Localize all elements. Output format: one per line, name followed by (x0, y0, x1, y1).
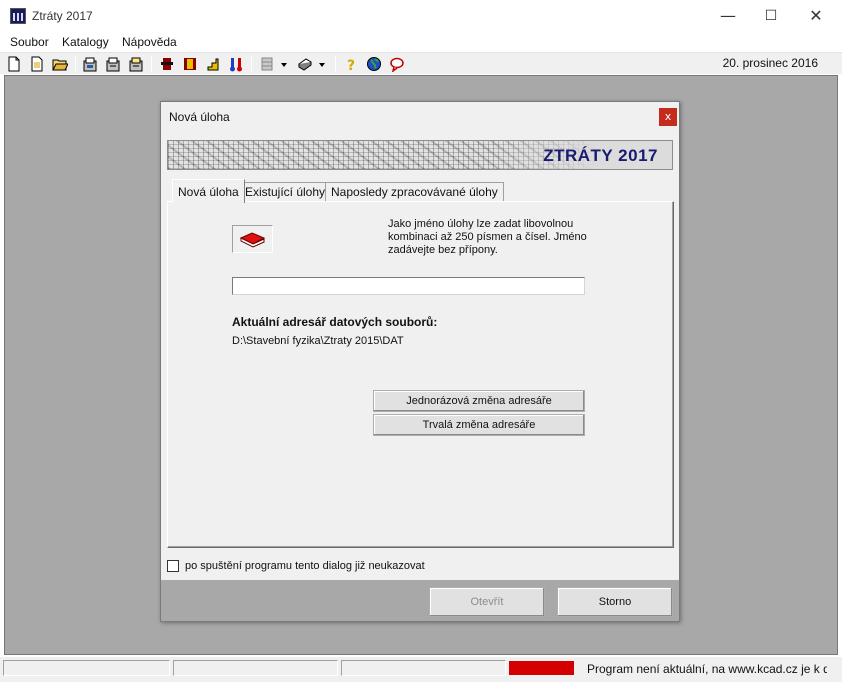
catalog-export-icon[interactable] (128, 56, 144, 72)
book-button[interactable] (232, 225, 273, 253)
menu-napoveda[interactable]: Nápověda (122, 35, 177, 49)
print-icon[interactable] (297, 56, 313, 72)
help-text: Jako jméno úlohy lze zadat libovolnou ko… (388, 218, 587, 256)
banner-title: ZTRÁTY 2017 (543, 146, 658, 165)
new-icon[interactable] (6, 56, 22, 72)
status-panel-2 (173, 660, 338, 676)
svg-text:?: ? (347, 58, 355, 72)
status-panel-1 (3, 660, 170, 676)
dialog-title: Nová úloha (169, 110, 230, 124)
change-dir-permanent-button[interactable]: Trvalá změna adresáře (373, 414, 585, 436)
maximize-button[interactable]: ☐ (758, 4, 784, 28)
dialog-close-button[interactable]: x (659, 108, 677, 126)
window-icon[interactable] (182, 56, 198, 72)
globe-icon[interactable] (366, 56, 382, 72)
tab-recent-tasks[interactable]: Naposledy zpracovávané úlohy (325, 182, 504, 202)
toolbar: ? 20. prosinec 2016 (0, 52, 842, 74)
open-button[interactable]: Otevřít (429, 587, 545, 617)
app-icon (10, 8, 26, 24)
data-dir-path: D:\Stavební fyzika\Ztraty 2015\DAT (232, 335, 404, 347)
window-title: Ztráty 2017 (32, 9, 93, 23)
book-icon (239, 232, 266, 248)
dont-show-label[interactable]: po spuštění programu tento dialog již ne… (185, 560, 425, 572)
open-icon[interactable] (29, 56, 45, 72)
data-dir-heading: Aktuální adresář datových souborů: (232, 315, 438, 329)
help-icon[interactable]: ? (343, 56, 359, 72)
open-folder-icon[interactable] (52, 56, 68, 72)
current-date: 20. prosinec 2016 (722, 56, 818, 70)
menu-katalogy[interactable]: Katalogy (62, 35, 109, 49)
dialog-footer: Otevřít Storno (161, 580, 679, 621)
status-message: Program není aktuální, na www.kcad.cz je… (587, 662, 827, 676)
stairs-icon[interactable] (205, 56, 221, 72)
tab-existing-tasks[interactable]: Existující úlohy (239, 182, 332, 202)
minimize-button[interactable]: — (715, 4, 741, 28)
cancel-button[interactable]: Storno (557, 587, 673, 617)
close-window-button[interactable]: ✕ (803, 4, 829, 28)
tab-panel: Jako jméno úlohy lze zadat libovolnou ko… (167, 201, 674, 548)
title-bar: Ztráty 2017 — ☐ ✕ (0, 0, 842, 32)
tab-new-task[interactable]: Nová úloha (172, 179, 245, 203)
thermometer-icon[interactable] (228, 56, 244, 72)
chevron-down-icon[interactable] (317, 56, 327, 72)
new-task-dialog: Nová úloha x ZTRÁTY 2017 Nová úloha Exis… (160, 101, 680, 622)
status-bar: Program není aktuální, na www.kcad.cz je… (0, 657, 842, 682)
task-name-input[interactable] (232, 277, 585, 295)
wall-icon[interactable] (159, 56, 175, 72)
banner: ZTRÁTY 2017 (167, 140, 673, 170)
status-indicator (509, 661, 574, 675)
menu-bar: Soubor Katalogy Nápověda (0, 32, 842, 52)
status-panel-3 (341, 660, 506, 676)
catalog-edit-icon[interactable] (105, 56, 121, 72)
chat-icon[interactable] (389, 56, 405, 72)
chevron-down-icon[interactable] (279, 56, 289, 72)
catalog-icon[interactable] (82, 56, 98, 72)
menu-soubor[interactable]: Soubor (10, 35, 49, 49)
change-dir-once-button[interactable]: Jednorázová změna adresáře (373, 390, 585, 412)
dont-show-checkbox[interactable] (167, 560, 179, 572)
layers-icon[interactable] (259, 56, 275, 72)
